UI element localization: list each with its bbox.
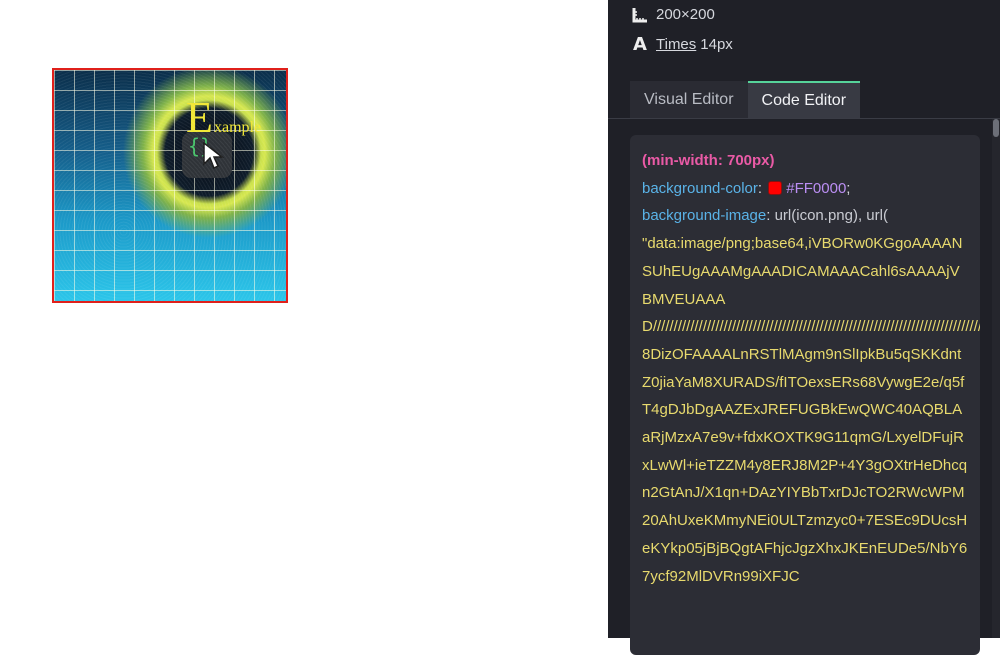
code-scrollbar[interactable]: [992, 119, 1000, 638]
ruler-icon: [630, 7, 650, 23]
preview-pane: E xample {}: [0, 0, 608, 638]
background-image-value: url(icon.png), url(: [774, 207, 888, 225]
property-background-color: background-color: [642, 179, 758, 197]
font-row: A Times 14px: [630, 34, 733, 55]
preview-element[interactable]: E xample {}: [52, 68, 288, 303]
cursor-icon: [203, 142, 225, 170]
font-size: 14px: [700, 36, 733, 53]
color-swatch[interactable]: [768, 180, 783, 195]
editor-tabs: Visual Editor Code Editor: [630, 81, 861, 118]
font-name-link[interactable]: Times: [656, 36, 696, 53]
code-block[interactable]: (min-width: 700px) background-color: #FF…: [630, 135, 980, 655]
logo-icon-tile: {}: [182, 132, 232, 178]
tab-divider: [608, 118, 1000, 119]
font-icon: A: [633, 34, 647, 55]
tab-visual-editor[interactable]: Visual Editor: [630, 81, 748, 118]
inspector-panel: 200×200 A Times 14px Visual Editor Code …: [608, 0, 1000, 655]
data-uri-string: "data:image/png;base64,iVBORw0KGgoAAAANS…: [642, 235, 980, 585]
size-row: 200×200: [630, 6, 715, 23]
property-background-image: background-image: [642, 207, 767, 225]
element-size: 200×200: [656, 6, 715, 23]
tab-code-editor[interactable]: Code Editor: [747, 81, 861, 118]
color-value[interactable]: #FF0000: [786, 180, 846, 197]
media-query: (min-width: 700px): [642, 152, 775, 169]
scrollbar-thumb[interactable]: [993, 119, 999, 137]
